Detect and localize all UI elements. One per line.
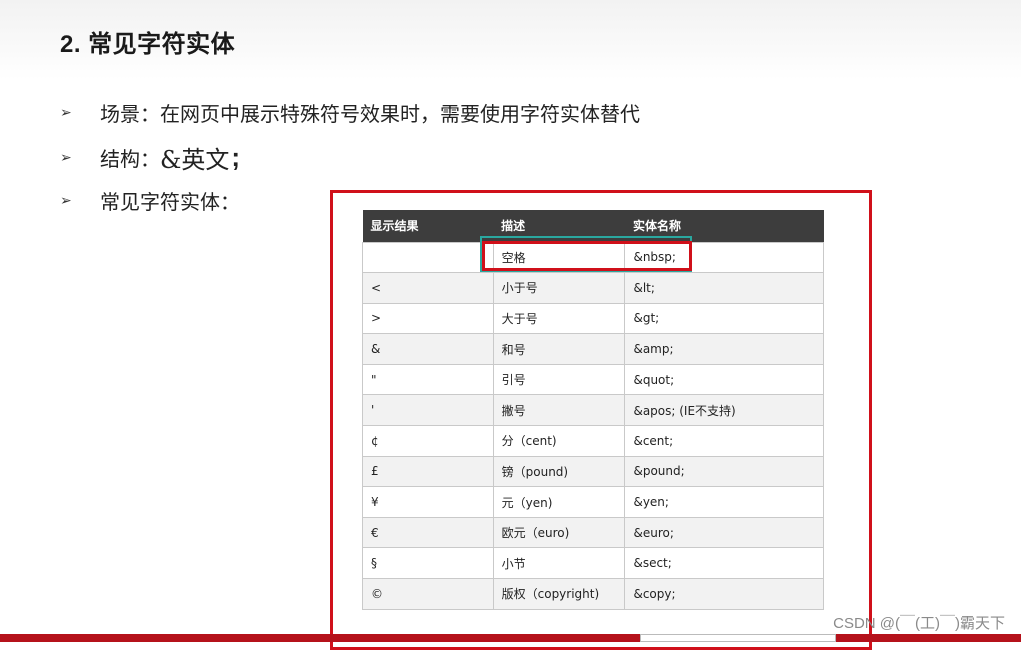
table-row: ¢ 分（cent) &cent;: [362, 425, 824, 457]
cell-entity: &copy;: [624, 578, 824, 610]
cell-description: 版权（copyright): [492, 578, 626, 610]
table-row: ' 撇号 &apos; (IE不支持): [362, 394, 824, 427]
cell-display: ': [362, 394, 494, 427]
cell-entity: &apos; (IE不支持): [624, 394, 824, 427]
table-row: & 和号 &amp;: [362, 333, 824, 365]
csdn-watermark: CSDN @(￣(工)￣)霸天下: [833, 615, 1005, 632]
cell-description: 镑（pound): [492, 455, 626, 488]
table-row: < 小于号 &lt;: [362, 272, 824, 304]
cell-description: 欧元（euro): [492, 516, 626, 549]
cell-display: €: [362, 516, 494, 549]
header-display: 显示结果: [362, 210, 494, 242]
footer-bar: [0, 634, 1021, 642]
table-row: " 引号 &quot;: [362, 363, 824, 396]
cell-display: £: [362, 455, 494, 488]
cell-description: 撇号: [492, 394, 626, 427]
bullet-structure-semicolon: ;: [231, 142, 241, 172]
cell-description: 和号: [492, 333, 626, 365]
bullet-scene: ➢ 场景：在网页中展示特殊符号效果时，需要使用字符实体替代: [60, 98, 640, 127]
cell-display: §: [362, 547, 494, 580]
bullet-structure-value: &英文: [160, 146, 230, 174]
red-highlight-box: [482, 241, 692, 271]
bullet-common-text: 常见字符实体：: [100, 192, 240, 214]
cell-display: >: [362, 302, 494, 335]
bullet-arrow-icon: ➢: [60, 104, 72, 120]
cell-description: 引号: [492, 363, 626, 396]
table-row: © 版权（copyright) &copy;: [362, 578, 824, 610]
table-row: € 欧元（euro) &euro;: [362, 516, 824, 549]
cell-entity: &quot;: [624, 363, 824, 396]
table-row: £ 镑（pound) &pound;: [362, 455, 824, 488]
cell-entity: &sect;: [624, 547, 824, 580]
bullet-structure-label: 结构：: [100, 149, 160, 171]
cell-description: 大于号: [492, 302, 626, 335]
cell-entity: &amp;: [624, 333, 824, 365]
cell-description: 元（yen): [492, 486, 626, 518]
cell-display: ¥: [362, 486, 494, 518]
cell-display: ": [362, 363, 494, 396]
cell-display: ¢: [362, 425, 494, 457]
cell-entity: &cent;: [624, 425, 824, 457]
cell-display: &: [362, 333, 494, 365]
bullet-arrow-icon: ➢: [60, 149, 72, 165]
cell-entity: &euro;: [624, 516, 824, 549]
slide-title: 2. 常见字符实体: [60, 31, 236, 58]
cell-entity: &lt;: [624, 272, 824, 304]
bullet-arrow-icon: ➢: [60, 192, 72, 208]
cell-entity: &pound;: [624, 455, 824, 488]
cell-description: 小节: [492, 547, 626, 580]
bullet-common: ➢ 常见字符实体：: [60, 186, 240, 215]
cell-description: 分（cent): [492, 425, 626, 457]
table-row: § 小节 &sect;: [362, 547, 824, 580]
cell-display: ©: [362, 578, 494, 610]
bullet-structure: ➢ 结构： &英文 ;: [60, 140, 240, 175]
bullet-scene-text: 场景：在网页中展示特殊符号效果时，需要使用字符实体替代: [100, 104, 640, 126]
player-control-bar[interactable]: [640, 634, 836, 642]
table-row: > 大于号 &gt;: [362, 302, 824, 335]
cell-entity: &gt;: [624, 302, 824, 335]
cell-description: 小于号: [492, 272, 626, 304]
cell-display: <: [362, 272, 494, 304]
table-row: ¥ 元（yen) &yen;: [362, 486, 824, 518]
cell-display: [362, 241, 494, 274]
cell-entity: &yen;: [624, 486, 824, 518]
